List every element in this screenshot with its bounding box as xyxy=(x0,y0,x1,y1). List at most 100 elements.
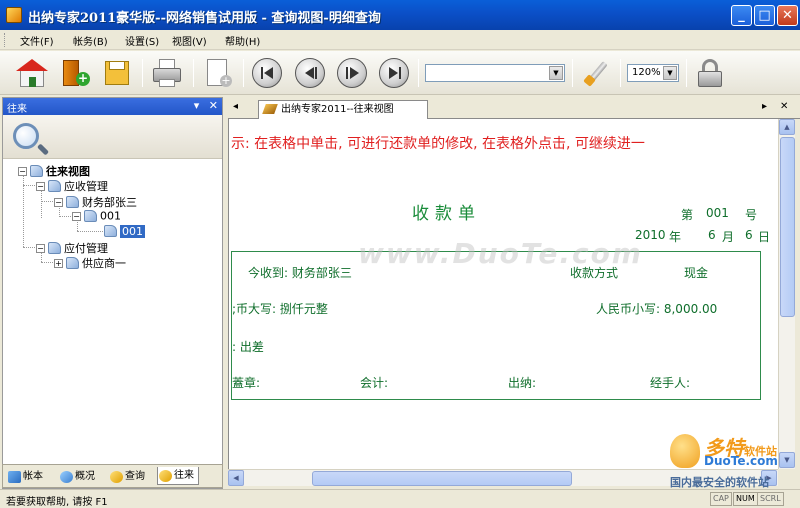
mascot-icon xyxy=(670,434,700,468)
tab-dealings-view[interactable]: 出纳专家2011--往来视图 xyxy=(258,100,428,119)
chevron-down-icon[interactable]: ▼ xyxy=(549,66,563,80)
tab-overview[interactable]: 概况 xyxy=(59,468,95,486)
left-panel-tabs: 帐本 概况 查询 往来 xyxy=(2,464,223,488)
receipt-form[interactable]: 今收到: 财务部张三 收款方式 现金 ;币大写: 捌仟元整 人民币小写: 8,0… xyxy=(231,251,761,400)
add-book-icon[interactable]: + xyxy=(60,57,92,89)
left-panel-header: 往来 ▾ ✕ xyxy=(3,98,222,115)
tab-ledger[interactable]: 帐本 xyxy=(7,468,43,486)
num-indicator: NUM xyxy=(733,492,758,506)
panel-close-icon[interactable]: ✕ xyxy=(209,99,218,112)
zoom-combo[interactable]: 120% ▼ xyxy=(627,64,679,82)
first-record-icon[interactable] xyxy=(252,58,282,88)
overview-icon xyxy=(60,471,73,483)
ledger-icon xyxy=(8,471,21,483)
collapse-icon[interactable]: − xyxy=(36,181,45,191)
tree-node-code-001-child[interactable]: 001 xyxy=(104,224,145,238)
folder-icon xyxy=(48,242,61,254)
last-record-icon[interactable] xyxy=(379,58,409,88)
lock-icon[interactable] xyxy=(694,57,726,89)
tab-scroll-left-icon[interactable]: ◂ xyxy=(233,101,238,112)
collapse-icon[interactable]: − xyxy=(72,211,81,221)
accountant-label: 会计: xyxy=(360,376,389,390)
left-panel-title: 往来 xyxy=(7,104,27,115)
date-month: 6 xyxy=(708,228,716,242)
received-from: 今收到: 财务部张三 xyxy=(248,266,352,280)
tree-node-finance-zhang[interactable]: − 财务部张三 xyxy=(54,194,137,209)
tab-close-icon[interactable]: ✕ xyxy=(780,101,788,112)
next-record-icon[interactable] xyxy=(337,58,367,88)
search-icon[interactable] xyxy=(13,123,39,149)
search-area xyxy=(3,115,222,159)
new-document-icon[interactable]: + xyxy=(202,57,234,89)
brand-logo: 多特软件站 DuoTe.com 国内最安全的软件站 xyxy=(668,432,800,489)
tree-node-payable[interactable]: − 应付管理 xyxy=(36,240,108,255)
seal-label: 蓋章: xyxy=(232,376,261,390)
horizontal-scroll-thumb[interactable] xyxy=(312,471,572,486)
folder-icon xyxy=(30,165,43,177)
vertical-scroll-thumb[interactable] xyxy=(780,137,795,317)
receipt-number: 001 xyxy=(706,206,729,220)
maximize-button[interactable]: □ xyxy=(754,5,775,26)
query-icon xyxy=(110,471,123,483)
title-bar: 出纳专家2011豪华版--网络销售试用版 - 查询视图-明细查询 _ □ ✕ xyxy=(0,0,800,30)
print-icon[interactable] xyxy=(151,57,183,89)
watermark: www.DuoTe.com xyxy=(358,237,643,270)
tab-scroll-right-icon[interactable]: ▸ xyxy=(762,101,767,112)
folder-icon xyxy=(48,180,61,192)
window-title: 出纳专家2011豪华版--网络销售试用版 - 查询视图-明细查询 xyxy=(28,11,381,26)
toolbar: + + ▼ 120% ▼ xyxy=(0,51,800,138)
date-day-value: 6 xyxy=(745,228,753,242)
payment-method: 现金 xyxy=(684,266,709,280)
close-button[interactable]: ✕ xyxy=(777,5,798,26)
menu-file[interactable]: 文件(F) xyxy=(20,33,54,48)
cashier-label: 出纳: xyxy=(508,376,537,390)
tree-node-root[interactable]: − 往来视图 xyxy=(18,163,90,178)
number-prefix: 第 xyxy=(681,208,694,222)
scrl-indicator: SCRL xyxy=(757,492,784,506)
menu-accounts[interactable]: 帐务(B) xyxy=(73,33,108,48)
tree-node-code-001[interactable]: −001 xyxy=(72,209,121,223)
pencil-icon xyxy=(262,104,278,114)
left-panel: 往来 ▾ ✕ − 往来视图 − 应收管理 − 财务部张三 −001 001 − … xyxy=(2,97,223,489)
minimize-button[interactable]: _ xyxy=(731,5,752,26)
amount-upper: ;币大写: 捌仟元整 xyxy=(232,302,328,316)
date-day-label: 日 xyxy=(758,230,771,244)
vertical-scrollbar[interactable]: ▲ ▼ xyxy=(778,119,795,469)
app-icon xyxy=(6,7,22,23)
collapse-icon[interactable]: − xyxy=(54,197,63,207)
menu-view[interactable]: 视图(V) xyxy=(172,33,207,48)
previous-record-icon[interactable] xyxy=(295,58,325,88)
filter-combo[interactable]: ▼ xyxy=(425,64,565,82)
document-icon xyxy=(104,225,117,237)
menu-settings[interactable]: 设置(S) xyxy=(125,33,159,48)
tab-dealings[interactable]: 往来 xyxy=(157,467,199,485)
handler-label: 经手人: xyxy=(650,376,691,390)
chevron-down-icon[interactable]: ▼ xyxy=(663,66,677,80)
tab-query[interactable]: 查询 xyxy=(109,468,145,486)
menu-grip xyxy=(4,33,7,47)
home-icon[interactable] xyxy=(16,57,48,89)
menu-help[interactable]: 帮助(H) xyxy=(225,33,260,48)
tree-node-receivable[interactable]: − 应收管理 xyxy=(36,178,108,193)
collapse-icon[interactable]: − xyxy=(36,243,45,253)
zoom-value: 120% xyxy=(632,67,661,78)
receipt-view[interactable]: 示: 在表格中单击, 可进行还款单的修改, 在表格外点击, 可继续进一 收款单 … xyxy=(228,119,778,469)
status-message: 若要获取帮助, 请按 F1 xyxy=(6,497,108,508)
panel-menu-icon[interactable]: ▾ xyxy=(194,99,200,112)
tools-icon[interactable] xyxy=(580,57,612,89)
dealings-icon xyxy=(159,470,172,482)
scroll-left-icon[interactable]: ◀ xyxy=(228,470,244,486)
tree-node-supplier[interactable]: + 供应商一 xyxy=(54,255,126,270)
folder-icon xyxy=(66,257,79,269)
folder-icon xyxy=(66,196,79,208)
collapse-icon[interactable]: − xyxy=(18,166,27,176)
expand-icon[interactable]: + xyxy=(54,258,63,268)
brand-slogan: 国内最安全的软件站 xyxy=(670,476,769,489)
reason: : 出差 xyxy=(232,340,264,354)
save-icon[interactable] xyxy=(101,57,133,89)
hint-text: 示: 在表格中单击, 可进行还款单的修改, 在表格外点击, 可继续进一 xyxy=(231,136,645,152)
scroll-up-icon[interactable]: ▲ xyxy=(779,119,795,135)
amount-lower: 人民币小写: 8,000.00 xyxy=(596,302,718,316)
date-month-label: 月 xyxy=(722,230,735,244)
cap-indicator: CAP xyxy=(710,492,732,506)
